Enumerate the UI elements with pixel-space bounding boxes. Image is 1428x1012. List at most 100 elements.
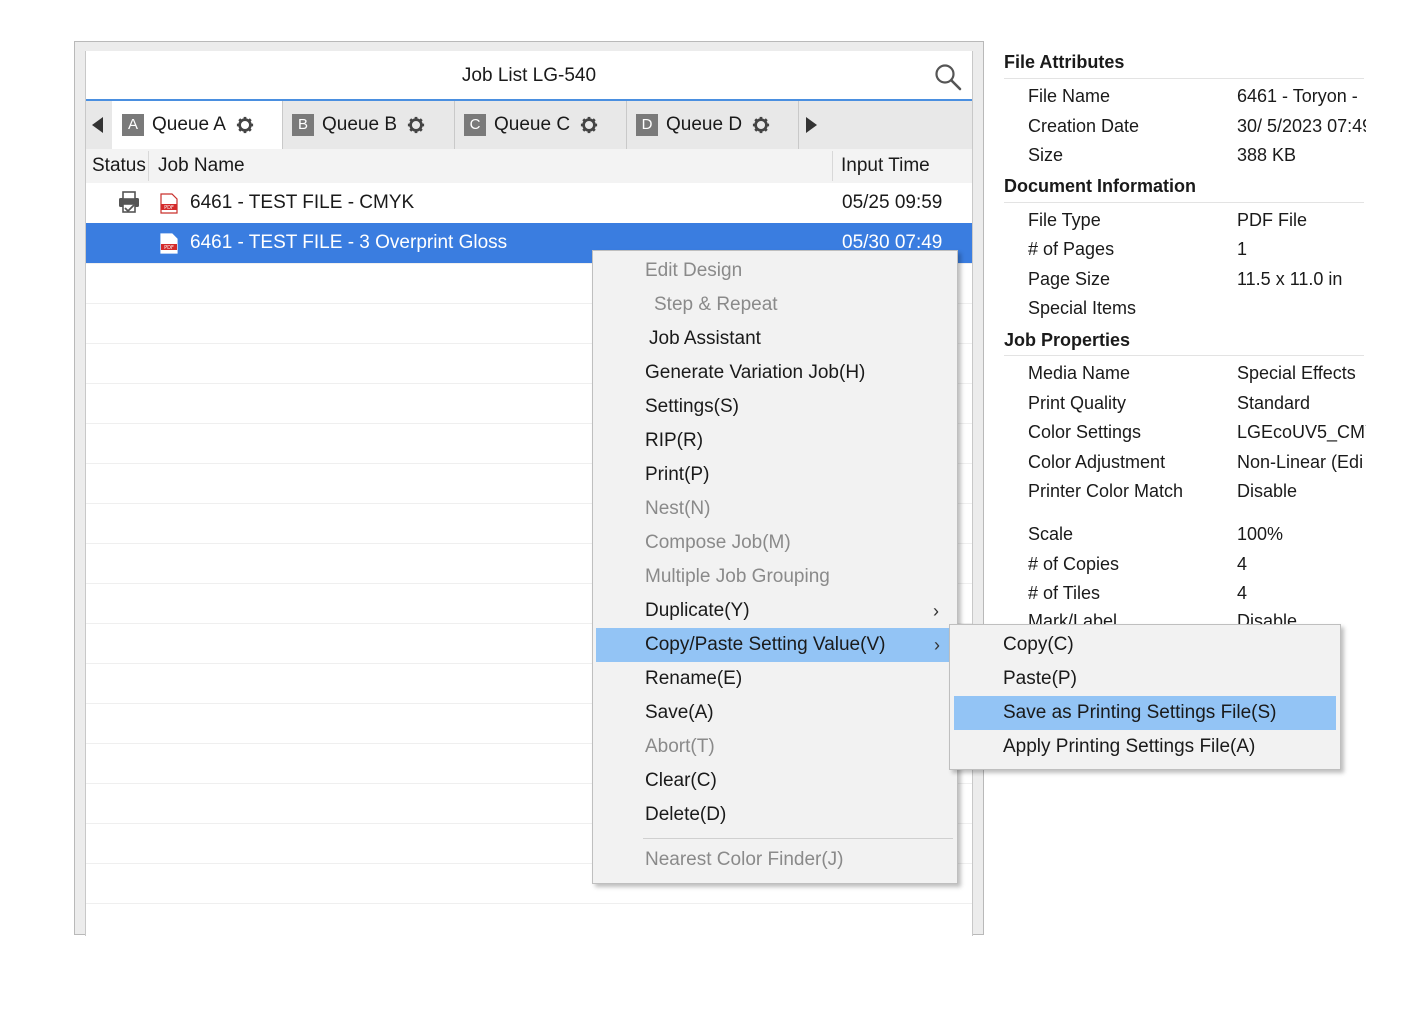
submenu-item-apply-printing-settings-file[interactable]: Apply Printing Settings File(A) — [950, 730, 1340, 764]
tab-label: Queue A — [152, 114, 226, 135]
menu-item-label: Delete(D) — [645, 804, 727, 825]
property-label: File Type — [1028, 210, 1101, 230]
menu-item-label: Job Assistant — [649, 328, 761, 349]
column-divider — [832, 151, 833, 181]
menu-item-clear[interactable]: Clear(C) — [593, 764, 957, 798]
menu-item-save[interactable]: Save(A) — [593, 696, 957, 730]
section-divider — [1004, 355, 1364, 356]
menu-item-delete[interactable]: Delete(D) — [593, 798, 957, 832]
submenu-item-label: Apply Printing Settings File(A) — [1003, 736, 1256, 757]
section-divider — [1004, 78, 1364, 79]
property-value: Standard — [1237, 393, 1311, 413]
menu-item-label: Nearest Color Finder(J) — [645, 849, 844, 870]
job-name: 6461 - TEST FILE - 3 Overprint Gloss — [190, 232, 508, 253]
gear-icon[interactable] — [752, 116, 770, 134]
property-value: PDF File — [1237, 210, 1308, 230]
section-title-file-attributes: File Attributes — [1004, 52, 1125, 72]
menu-item-label: Multiple Job Grouping — [645, 566, 830, 587]
property-value: 388 KB — [1237, 145, 1297, 165]
property-label: File Name — [1028, 86, 1111, 106]
tab-label: Queue B — [322, 114, 397, 135]
section-title-document-information: Document Information — [1004, 176, 1196, 196]
menu-item-compose-job[interactable]: Compose Job(M) — [593, 526, 957, 560]
menu-item-generate-variation-job[interactable]: Generate Variation Job(H) — [593, 356, 957, 390]
tab-queue-a[interactable]: A Queue A — [112, 101, 282, 149]
column-header-job-name[interactable]: Job Name — [158, 155, 245, 177]
menu-item-print[interactable]: Print(P) — [593, 458, 957, 492]
tab-scroll-right-icon[interactable] — [806, 117, 817, 133]
menu-item-rename[interactable]: Rename(E) — [593, 662, 957, 696]
property-label: Printer Color Match — [1028, 481, 1184, 501]
pdf-file-icon: PDF — [160, 193, 178, 214]
job-row[interactable]: PDF 6461 - TEST FILE - CMYK 05/25 09:59 — [86, 183, 972, 224]
tab-queue-d[interactable]: D Queue D — [627, 101, 798, 149]
tab-queue-b[interactable]: B Queue B — [283, 101, 454, 149]
menu-item-label: Copy/Paste Setting Value(V) — [645, 634, 886, 655]
search-icon[interactable] — [934, 63, 962, 91]
submenu-item-label: Copy(C) — [1003, 634, 1074, 655]
menu-item-rip[interactable]: RIP(R) — [593, 424, 957, 458]
property-label: Media Name — [1028, 363, 1131, 383]
submenu-item-paste[interactable]: Paste(P) — [950, 662, 1340, 696]
submenu-item-copy[interactable]: Copy(C) — [950, 628, 1340, 662]
chevron-right-icon: › — [934, 635, 940, 655]
menu-item-label: Abort(T) — [645, 736, 715, 757]
property-label: Color Settings — [1028, 422, 1142, 442]
tab-queue-c[interactable]: C Queue C — [455, 101, 626, 149]
column-header-input-time[interactable]: Input Time — [841, 155, 930, 177]
menu-item-nearest-color-finder[interactable]: Nearest Color Finder(J) — [593, 843, 957, 877]
gear-icon[interactable] — [407, 116, 425, 134]
menu-item-settings[interactable]: Settings(S) — [593, 390, 957, 424]
property-label: Special Items — [1028, 298, 1137, 318]
property-label: Scale — [1028, 524, 1074, 544]
job-name: 6461 - TEST FILE - CMYK — [190, 192, 415, 213]
window-title: Job List LG-540 — [86, 51, 972, 101]
printer-status-icon — [119, 191, 139, 213]
property-value: 4 — [1237, 554, 1248, 574]
gear-icon[interactable] — [236, 116, 254, 134]
column-header-row: Status Job Name Input Time — [86, 149, 972, 183]
section-title-job-properties: Job Properties — [1004, 330, 1131, 350]
properties-panel: File Attributes File Name 6461 - Toryon … — [1004, 48, 1366, 628]
menu-item-label: RIP(R) — [645, 430, 704, 451]
property-label: Page Size — [1028, 269, 1111, 289]
menu-item-copy-paste-setting-value[interactable]: Copy/Paste Setting Value(V) › — [596, 628, 952, 662]
property-label: # of Tiles — [1028, 583, 1101, 603]
menu-item-label: Edit Design — [645, 260, 743, 281]
menu-item-multiple-job-grouping[interactable]: Multiple Job Grouping — [593, 560, 957, 594]
tab-letter: C — [464, 114, 486, 136]
tab-letter: B — [292, 114, 314, 136]
menu-item-label: Nest(N) — [645, 498, 711, 519]
job-input-time: 05/25 09:59 — [842, 192, 943, 213]
menu-item-nest[interactable]: Nest(N) — [593, 492, 957, 526]
menu-item-duplicate[interactable]: Duplicate(Y) › — [593, 594, 957, 628]
menu-item-label: Clear(C) — [645, 770, 717, 791]
section-divider — [1004, 202, 1364, 203]
property-label: Creation Date — [1028, 116, 1140, 136]
property-value: 100% — [1237, 524, 1284, 544]
menu-item-job-assistant[interactable]: Job Assistant — [593, 322, 957, 356]
tab-scroll-left-icon[interactable] — [92, 117, 103, 133]
menu-item-label: Duplicate(Y) — [645, 600, 750, 621]
gear-icon[interactable] — [580, 116, 598, 134]
menu-item-abort[interactable]: Abort(T) — [593, 730, 957, 764]
menu-item-label: Compose Job(M) — [645, 532, 791, 553]
copy-paste-submenu: Copy(C) Paste(P) Save as Printing Settin… — [949, 624, 1341, 770]
property-value: 30/ 5/2023 07:49 — [1237, 116, 1366, 136]
property-value: 6461 - Toryon - — [1237, 86, 1358, 106]
property-value: LGEcoUV5_CMY — [1237, 422, 1366, 442]
tab-divider — [798, 101, 799, 149]
property-value: Non-Linear (Edi — [1237, 452, 1364, 472]
menu-item-step-repeat[interactable]: Step & Repeat — [593, 288, 957, 322]
property-value: 11.5 x 11.0 in — [1237, 269, 1343, 289]
tab-letter: A — [122, 114, 144, 136]
property-value: Disable — [1237, 481, 1298, 501]
menu-item-edit-design[interactable]: Edit Design — [593, 254, 957, 288]
column-header-status[interactable]: Status — [92, 155, 146, 177]
property-value: 4 — [1237, 583, 1248, 603]
submenu-item-save-printing-settings-file[interactable]: Save as Printing Settings File(S) — [954, 696, 1336, 730]
svg-text:PDF: PDF — [164, 205, 174, 211]
menu-item-label: Rename(E) — [645, 668, 743, 689]
menu-separator — [643, 838, 953, 839]
context-menu: Edit Design Step & Repeat Job Assistant … — [592, 250, 958, 884]
